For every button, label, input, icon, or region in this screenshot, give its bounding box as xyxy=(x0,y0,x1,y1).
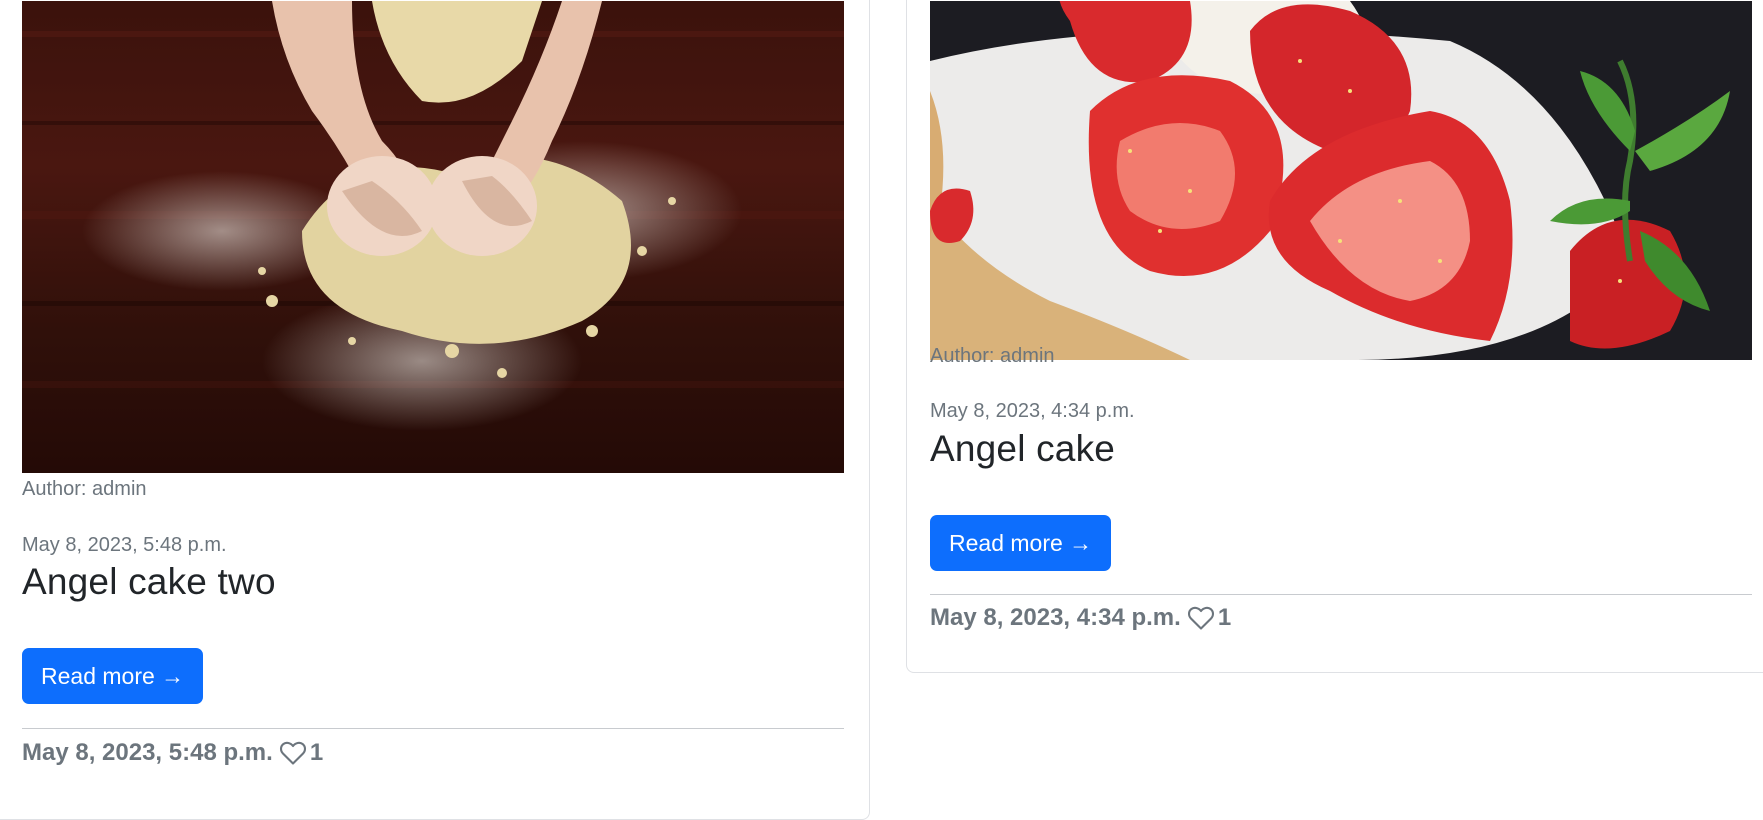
post-footer: May 8, 2023, 4:34 p.m. 1 xyxy=(930,598,1231,638)
post-title[interactable]: Angel cake two xyxy=(22,561,276,603)
post-title[interactable]: Angel cake xyxy=(930,428,1115,470)
read-more-button[interactable]: Read more → xyxy=(930,515,1112,571)
post-image[interactable] xyxy=(22,1,844,473)
post-card: Author: admin May 8, 2023, 4:34 p.m. Ang… xyxy=(906,0,1763,673)
post-card: Author: admin May 8, 2023, 5:48 p.m. Ang… xyxy=(0,0,870,820)
post-image[interactable] xyxy=(930,1,1752,360)
post-footer: May 8, 2023, 5:48 p.m. 1 xyxy=(22,733,323,773)
post-date: May 8, 2023, 4:34 p.m. xyxy=(930,400,1135,422)
like-count: 1 xyxy=(1217,604,1232,631)
heart-icon[interactable] xyxy=(1187,605,1215,631)
card-divider xyxy=(930,594,1752,595)
post-date: May 8, 2023, 5:48 p.m. xyxy=(22,534,227,556)
heart-icon[interactable] xyxy=(279,740,307,766)
card-divider xyxy=(22,728,844,729)
like-count: 1 xyxy=(309,739,324,766)
read-more-button[interactable]: Read more → xyxy=(22,648,204,704)
post-author: Author: admin xyxy=(22,478,147,500)
footer-date: May 8, 2023, 4:34 p.m. xyxy=(930,604,1181,631)
post-author: Author: admin xyxy=(930,345,1055,367)
footer-date: May 8, 2023, 5:48 p.m. xyxy=(22,739,273,766)
